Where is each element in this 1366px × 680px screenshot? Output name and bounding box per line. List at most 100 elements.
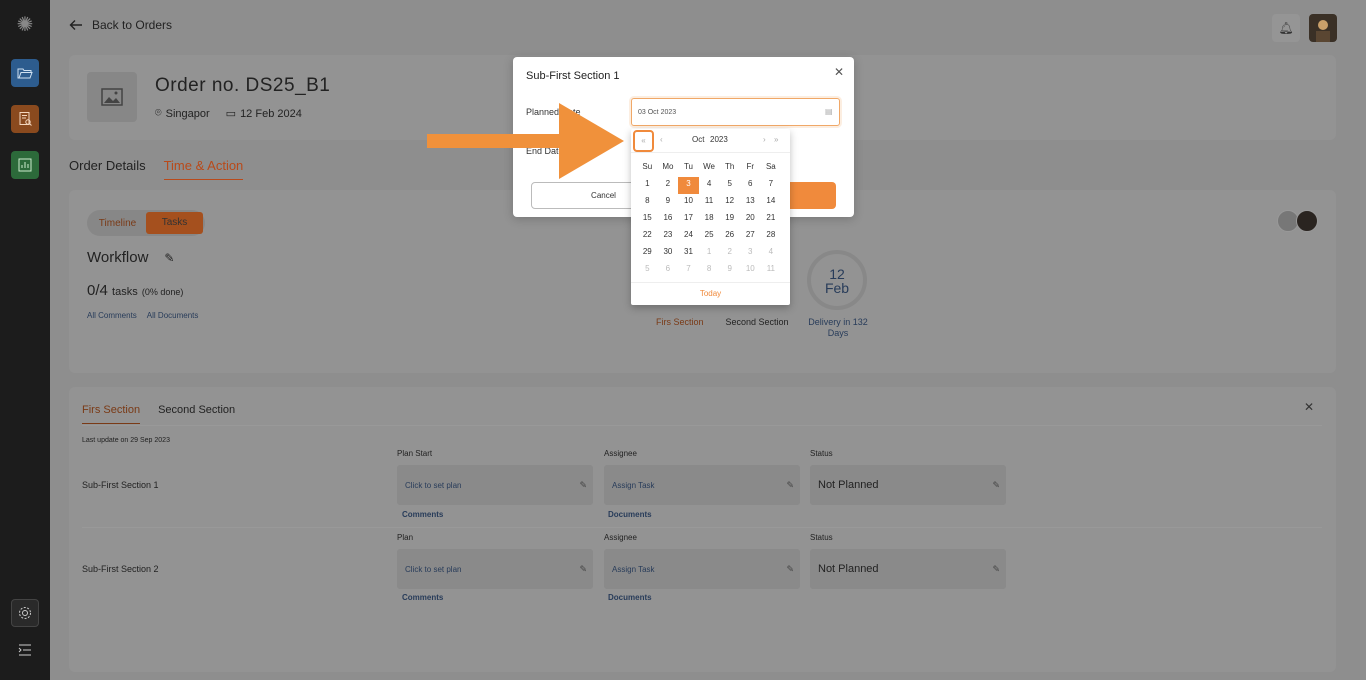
tab-second-section[interactable]: Second Section (158, 404, 235, 424)
day-cell[interactable]: 29 (637, 245, 658, 262)
weekday-label: Fr (746, 162, 755, 171)
plan-field[interactable]: Click to set plan ✎ (397, 549, 593, 589)
day-cell[interactable]: 5 (637, 262, 658, 279)
year-select[interactable]: 2023 (710, 135, 728, 144)
documents-link[interactable]: Documents (608, 510, 652, 519)
assignee-field[interactable]: Assign Task ✎ (604, 465, 800, 505)
tab-order-details[interactable]: Order Details (69, 158, 146, 180)
day-cell[interactable]: 30 (658, 245, 679, 262)
toggle-timeline[interactable]: Timeline (89, 218, 146, 229)
status-field[interactable]: Not Planned ✎ (810, 465, 1006, 505)
timeline-section-first[interactable]: Firs Section (656, 317, 704, 327)
status-field[interactable]: Not Planned ✎ (810, 549, 1006, 589)
day-cell[interactable]: 15 (637, 211, 658, 228)
calendar-icon: ▭ (225, 108, 237, 120)
collapse-menu-button[interactable] (11, 636, 39, 664)
prev-month-button[interactable]: ‹ (660, 135, 663, 144)
user-avatar[interactable] (1309, 14, 1337, 42)
timeline-section-second[interactable]: Second Section (726, 317, 789, 327)
day-cell[interactable]: 10 (678, 194, 699, 211)
day-cell[interactable]: 17 (678, 211, 699, 228)
plan-field[interactable]: Click to set plan ✎ (397, 465, 593, 505)
edit-pencil-icon: ✎ (786, 564, 794, 574)
location-pin-icon: ⌾ (155, 107, 162, 119)
back-to-orders-link[interactable]: Back to Orders (68, 17, 172, 33)
day-cell[interactable]: 18 (699, 211, 720, 228)
status-field-text: Not Planned (818, 479, 879, 491)
day-cell[interactable]: 25 (699, 228, 720, 245)
comments-link[interactable]: Comments (402, 510, 443, 519)
day-cell[interactable]: 13 (740, 194, 761, 211)
day-cell[interactable]: 22 (637, 228, 658, 245)
day-cell[interactable]: 21 (761, 211, 782, 228)
day-cell[interactable]: 16 (658, 211, 679, 228)
notifications-button[interactable]: 🔔︎ (1272, 14, 1300, 42)
plan-field-text: Click to set plan (405, 480, 462, 490)
day-cell[interactable]: 20 (740, 211, 761, 228)
day-cell[interactable]: 9 (658, 194, 679, 211)
analytics-nav-button[interactable] (11, 151, 39, 179)
weekday-label: Su (642, 162, 653, 171)
day-cell[interactable]: 12 (719, 194, 740, 211)
arrow-left-icon (69, 20, 82, 30)
sidebar: ✺ (0, 0, 50, 680)
week-row: 5 6 7 8 9 10 11 (637, 262, 785, 279)
day-cell[interactable]: 11 (699, 194, 720, 211)
day-cell[interactable]: 23 (658, 228, 679, 245)
day-cell[interactable]: 3 (678, 177, 699, 194)
day-cell[interactable]: 8 (699, 262, 720, 279)
all-comments-link[interactable]: All Comments (87, 311, 137, 320)
app-logo-icon: ✺ (16, 14, 34, 36)
day-cell[interactable]: 26 (719, 228, 740, 245)
day-cell[interactable]: 10 (740, 262, 761, 279)
next-month-button[interactable]: › (763, 135, 766, 144)
delivery-day: 12 (829, 266, 845, 282)
prev-year-button[interactable]: « (633, 130, 654, 152)
day-cell[interactable]: 8 (637, 194, 658, 211)
day-cell[interactable]: 6 (658, 262, 679, 279)
week-row: 1234567 (637, 177, 785, 194)
plan-label: Plan (397, 533, 414, 542)
toggle-tasks[interactable]: Tasks (146, 212, 203, 234)
day-cell[interactable]: 31 (678, 245, 699, 262)
day-cell[interactable]: 6 (740, 177, 761, 194)
day-cell[interactable]: 7 (678, 262, 699, 279)
day-cell[interactable]: 9 (719, 262, 740, 279)
month-select[interactable]: Oct (692, 135, 704, 144)
day-cell[interactable]: 11 (761, 262, 782, 279)
day-cell[interactable]: 4 (699, 177, 720, 194)
tab-first-section[interactable]: Firs Section (82, 404, 141, 424)
reports-nav-button[interactable] (11, 105, 39, 133)
day-cell[interactable]: 3 (740, 245, 761, 262)
comments-link[interactable]: Comments (402, 593, 443, 602)
modal-title: Sub-First Section 1 (526, 70, 620, 82)
day-cell[interactable]: 7 (761, 177, 782, 194)
close-icon[interactable]: ✕ (1304, 400, 1314, 414)
day-cell[interactable]: 14 (761, 194, 782, 211)
day-cell[interactable]: 2 (658, 177, 679, 194)
today-link[interactable]: Today (631, 282, 790, 305)
day-cell[interactable]: 19 (719, 211, 740, 228)
tab-time-action[interactable]: Time & Action (163, 158, 244, 180)
assignee-field[interactable]: Assign Task ✎ (604, 549, 800, 589)
main-tabs: Order Details Time & Action (69, 158, 244, 180)
day-cell[interactable]: 24 (678, 228, 699, 245)
weekday-label: Sa (765, 162, 776, 171)
close-icon[interactable]: ✕ (834, 65, 844, 79)
orders-nav-button[interactable] (11, 59, 39, 87)
day-cell[interactable]: 4 (761, 245, 782, 262)
day-cell[interactable]: 1 (637, 177, 658, 194)
next-year-button[interactable]: » (774, 135, 778, 144)
day-cell[interactable]: 2 (719, 245, 740, 262)
settings-button[interactable] (11, 599, 39, 627)
documents-link[interactable]: Documents (608, 593, 652, 602)
planned-date-input[interactable] (631, 98, 840, 126)
edit-pencil-icon[interactable]: ✎ (164, 251, 174, 265)
day-cell[interactable]: 28 (761, 228, 782, 245)
all-documents-link[interactable]: All Documents (147, 311, 199, 320)
divider (82, 425, 1322, 426)
day-cell[interactable]: 27 (740, 228, 761, 245)
week-row: 29 30 31 1 2 3 4 (637, 245, 785, 262)
day-cell[interactable]: 5 (719, 177, 740, 194)
day-cell[interactable]: 1 (699, 245, 720, 262)
